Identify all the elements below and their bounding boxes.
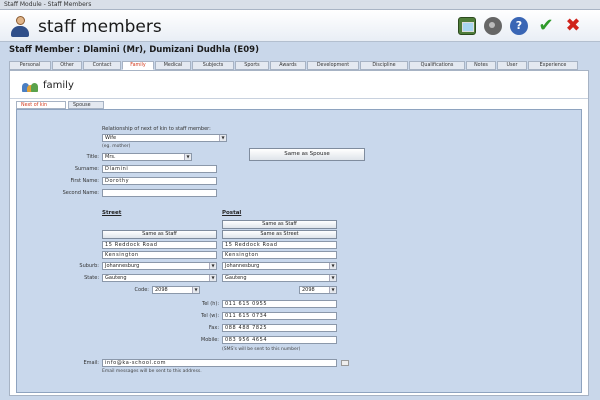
relationship-label: Relationship of next of kin to staff mem… bbox=[102, 126, 211, 132]
postal-same-as-street-button[interactable]: Same as Street bbox=[222, 230, 337, 239]
section-divider bbox=[10, 98, 588, 99]
help-icon[interactable]: ? bbox=[510, 17, 528, 35]
email-label: Email: bbox=[83, 360, 99, 366]
postal-suburb-select[interactable]: Johannesburg ▼ bbox=[222, 262, 337, 270]
first-name-field[interactable]: Dorothy bbox=[102, 177, 217, 185]
tab-personal[interactable]: Personal bbox=[9, 61, 51, 70]
relationship-select[interactable]: Wife ▼ bbox=[102, 134, 227, 142]
email-note: Email messages will be sent to this addr… bbox=[102, 369, 202, 374]
chevron-down-icon: ▼ bbox=[329, 275, 336, 281]
postal-line2-field[interactable]: Kensington bbox=[222, 251, 337, 259]
first-name-label: First Name: bbox=[70, 178, 99, 184]
tab-medical[interactable]: Medical bbox=[155, 61, 191, 70]
tab-notes[interactable]: Notes bbox=[466, 61, 496, 70]
email-field[interactable]: info@ka-school.com bbox=[102, 359, 337, 367]
street-line2-field[interactable]: Kensington bbox=[102, 251, 217, 259]
postal-code-select[interactable]: 2098 ▼ bbox=[299, 286, 337, 294]
postal-heading: Postal bbox=[222, 210, 242, 216]
close-icon[interactable]: ✖ bbox=[564, 17, 582, 35]
tab-development[interactable]: Development bbox=[307, 61, 359, 70]
tab-family[interactable]: Family bbox=[122, 61, 154, 70]
tab-qualifications[interactable]: Qualifications bbox=[409, 61, 465, 70]
camera-icon[interactable] bbox=[484, 17, 502, 35]
family-panel: family Next of kin Spouse Relationship o… bbox=[9, 70, 589, 396]
person-icon bbox=[10, 16, 30, 38]
tab-other[interactable]: Other bbox=[52, 61, 82, 70]
tab-bar: Personal Other Contact Family Medical Su… bbox=[9, 61, 589, 70]
tab-user[interactable]: User bbox=[497, 61, 527, 70]
surname-field[interactable]: Dlamini bbox=[102, 165, 217, 173]
street-code-select[interactable]: 2098 ▼ bbox=[152, 286, 200, 294]
fax-label: Fax: bbox=[208, 325, 219, 331]
tel-w-label: Tel (w): bbox=[201, 313, 219, 319]
staff-member-heading: Staff Member : Dlamini (Mr), Dumizani Du… bbox=[9, 45, 259, 55]
tab-subjects[interactable]: Subjects bbox=[192, 61, 234, 70]
code-label: Code: bbox=[134, 287, 150, 293]
street-state-select[interactable]: Gauteng ▼ bbox=[102, 274, 217, 282]
mobile-label: Mobile: bbox=[200, 337, 219, 343]
tel-h-label: Tel (h): bbox=[201, 301, 219, 307]
state-label: State: bbox=[84, 275, 99, 281]
sms-note: (SMS's will be sent to this number) bbox=[222, 347, 301, 352]
mobile-field[interactable]: 083 956 4654 bbox=[222, 336, 337, 344]
chevron-down-icon: ▼ bbox=[209, 275, 216, 281]
chevron-down-icon: ▼ bbox=[219, 135, 226, 141]
chevron-down-icon: ▼ bbox=[184, 154, 191, 160]
postal-line1-field[interactable]: 15 Reddock Road bbox=[222, 241, 337, 249]
page-title: staff members bbox=[38, 17, 162, 37]
tab-sports[interactable]: Sports bbox=[235, 61, 269, 70]
chevron-down-icon: ▼ bbox=[329, 263, 336, 269]
subtab-next-of-kin[interactable]: Next of kin bbox=[16, 101, 66, 109]
subtab-spouse[interactable]: Spouse bbox=[68, 101, 104, 109]
second-name-field[interactable] bbox=[102, 189, 217, 197]
tab-contact[interactable]: Contact bbox=[83, 61, 121, 70]
fax-field[interactable]: 088 488 7825 bbox=[222, 324, 337, 332]
title-label: Title: bbox=[86, 154, 99, 160]
street-same-as-staff-button[interactable]: Same as Staff bbox=[102, 230, 217, 239]
email-lookup-icon[interactable] bbox=[341, 360, 349, 366]
tel-w-field[interactable]: 011 615 0734 bbox=[222, 312, 337, 320]
relationship-hint: (eg. mother) bbox=[102, 144, 131, 149]
street-heading: Street bbox=[102, 210, 122, 216]
suburb-label: Suburb: bbox=[79, 263, 99, 269]
tel-h-field[interactable]: 011 615 0955 bbox=[222, 300, 337, 308]
family-icon bbox=[22, 81, 38, 92]
next-of-kin-form: Relationship of next of kin to staff mem… bbox=[16, 109, 582, 393]
image-icon[interactable] bbox=[458, 17, 476, 35]
window-title: Staff Module - Staff Members bbox=[0, 0, 600, 10]
second-name-label: Second Name: bbox=[62, 190, 99, 196]
title-select[interactable]: Mrs. ▼ bbox=[102, 153, 192, 161]
street-line1-field[interactable]: 15 Reddock Road bbox=[102, 241, 217, 249]
section-title: family bbox=[43, 80, 74, 91]
tab-discipline[interactable]: Discipline bbox=[360, 61, 408, 70]
checkmark-icon[interactable]: ✔ bbox=[537, 17, 555, 35]
tab-awards[interactable]: Awards bbox=[270, 61, 306, 70]
tab-experience[interactable]: Experience bbox=[528, 61, 578, 70]
chevron-down-icon: ▼ bbox=[329, 287, 336, 293]
chevron-down-icon: ▼ bbox=[209, 263, 216, 269]
postal-state-select[interactable]: Gauteng ▼ bbox=[222, 274, 337, 282]
surname-label: Surname: bbox=[74, 166, 99, 172]
app-header: staff members ? ✔ ✖ bbox=[0, 10, 600, 42]
same-as-spouse-button[interactable]: Same as Spouse bbox=[249, 148, 365, 161]
postal-same-as-staff-button[interactable]: Same as Staff bbox=[222, 220, 337, 229]
street-suburb-select[interactable]: Johannesburg ▼ bbox=[102, 262, 217, 270]
chevron-down-icon: ▼ bbox=[192, 287, 199, 293]
